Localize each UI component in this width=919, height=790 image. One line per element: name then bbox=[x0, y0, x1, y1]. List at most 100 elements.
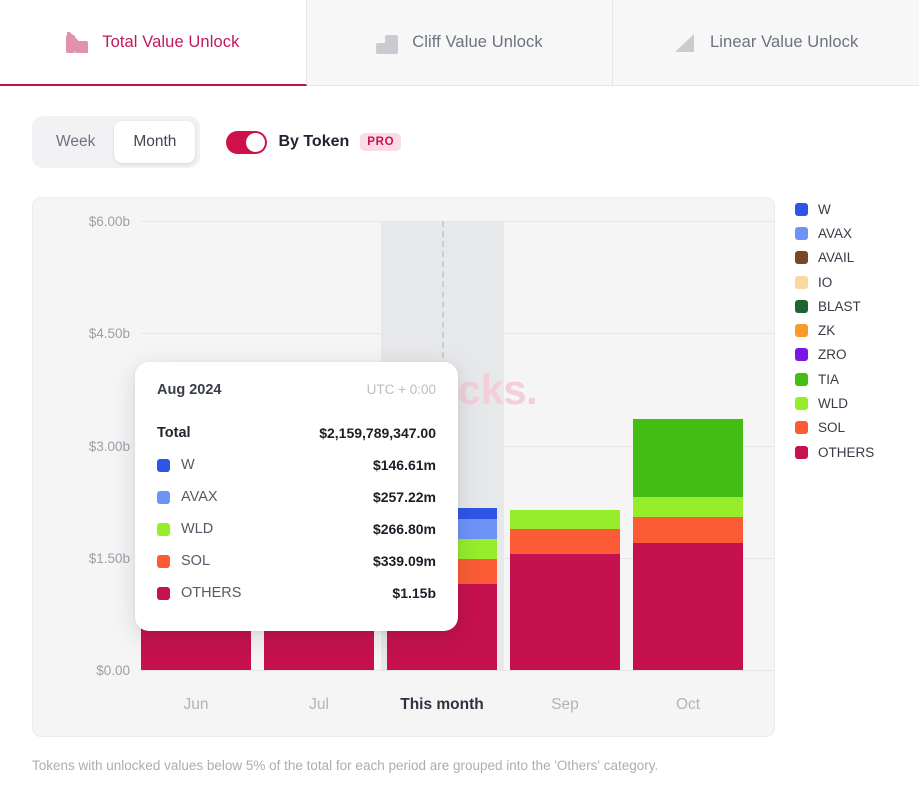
legend-item-avax[interactable]: AVAX bbox=[795, 221, 915, 245]
tooltip-series-name: SOL bbox=[181, 553, 210, 569]
tab-label: Linear Value Unlock bbox=[710, 33, 858, 52]
legend-color-swatch bbox=[795, 251, 808, 264]
tab-label: Total Value Unlock bbox=[102, 33, 239, 52]
x-axis-tick-label: Oct bbox=[676, 696, 700, 714]
tab-total-value-unlock[interactable]: Total Value Unlock bbox=[0, 0, 307, 86]
tooltip-row: OTHERS $1.15b bbox=[157, 577, 436, 609]
tooltip-series-name: AVAX bbox=[181, 489, 218, 505]
tooltip-color-swatch bbox=[157, 491, 170, 504]
legend-label: SOL bbox=[818, 420, 845, 435]
x-axis-labels: Jun Jul This month Sep Oct bbox=[33, 696, 775, 718]
legend-item-w[interactable]: W bbox=[795, 197, 915, 221]
legend-color-swatch bbox=[795, 373, 808, 386]
legend-label: BLAST bbox=[818, 299, 861, 314]
bar-segment bbox=[510, 510, 620, 530]
x-axis-tick-label: This month bbox=[400, 696, 484, 714]
chart-toolbar: Week Month By Token PRO bbox=[0, 86, 919, 168]
tooltip-row: AVAX $257.22m bbox=[157, 481, 436, 513]
legend-label: ZRO bbox=[818, 347, 847, 362]
legend-color-swatch bbox=[795, 421, 808, 434]
legend-label: ZK bbox=[818, 323, 835, 338]
legend-item-avail[interactable]: AVAIL bbox=[795, 246, 915, 270]
legend-label: OTHERS bbox=[818, 445, 874, 460]
legend-item-io[interactable]: IO bbox=[795, 270, 915, 294]
y-gridline bbox=[141, 670, 775, 671]
legend-color-swatch bbox=[795, 300, 808, 313]
tooltip-total-row: Total $2,159,789,347.00 bbox=[157, 417, 436, 449]
y-axis-tick-label: $0.00 bbox=[35, 663, 130, 678]
chart-legend: W AVAX AVAIL IO BLAST ZK ZRO TIA WLD SOL OTHERS bbox=[795, 197, 915, 464]
period-segmented-control: Week Month bbox=[32, 116, 200, 168]
legend-label: AVAX bbox=[818, 226, 852, 241]
legend-item-blast[interactable]: BLAST bbox=[795, 294, 915, 318]
chart-bar[interactable] bbox=[510, 221, 620, 670]
tooltip-timezone: UTC + 0:00 bbox=[367, 382, 436, 397]
tooltip-row: W $146.61m bbox=[157, 449, 436, 481]
legend-color-swatch bbox=[795, 324, 808, 337]
pro-badge: PRO bbox=[360, 133, 401, 151]
legend-color-swatch bbox=[795, 203, 808, 216]
total-value-icon bbox=[66, 31, 88, 53]
by-token-toggle[interactable] bbox=[226, 131, 267, 154]
bar-segment bbox=[633, 543, 743, 670]
by-token-label: By Token bbox=[278, 133, 349, 151]
bar-segment bbox=[633, 419, 743, 498]
bar-segment bbox=[510, 554, 620, 670]
tooltip-series-value: $257.22m bbox=[373, 489, 436, 505]
y-axis-tick-label: $4.50b bbox=[35, 326, 130, 341]
legend-color-swatch bbox=[795, 276, 808, 289]
tooltip-series-name: WLD bbox=[181, 521, 213, 537]
tooltip-series-name: W bbox=[181, 457, 195, 473]
tooltip-rows: W $146.61m AVAX $257.22m WLD $266.80m SOL $339.… bbox=[157, 449, 436, 609]
tooltip-header: Aug 2024 UTC + 0:00 bbox=[157, 382, 436, 398]
legend-item-others[interactable]: OTHERS bbox=[795, 440, 915, 464]
legend-item-tia[interactable]: TIA bbox=[795, 367, 915, 391]
period-month-button[interactable]: Month bbox=[114, 121, 195, 163]
legend-label: TIA bbox=[818, 372, 839, 387]
tooltip-total-label: Total bbox=[157, 425, 191, 441]
legend-color-swatch bbox=[795, 227, 808, 240]
tooltip-color-swatch bbox=[157, 587, 170, 600]
x-axis-tick-label: Jul bbox=[309, 696, 329, 714]
x-axis-tick-label: Jun bbox=[184, 696, 209, 714]
chart-bar[interactable] bbox=[633, 221, 743, 670]
tooltip-series-value: $266.80m bbox=[373, 521, 436, 537]
tooltip-date: Aug 2024 bbox=[157, 382, 221, 398]
tooltip-row: SOL $339.09m bbox=[157, 545, 436, 577]
tab-linear-value-unlock[interactable]: Linear Value Unlock bbox=[613, 0, 919, 86]
token-unlocks-chart-page: Total Value Unlock Cliff Value Unlock Li… bbox=[0, 0, 919, 790]
legend-label: W bbox=[818, 202, 831, 217]
y-axis-tick-label: $6.00b bbox=[35, 214, 130, 229]
period-week-button[interactable]: Week bbox=[37, 121, 114, 163]
legend-item-wld[interactable]: WLD bbox=[795, 391, 915, 415]
legend-label: WLD bbox=[818, 396, 848, 411]
legend-color-swatch bbox=[795, 348, 808, 361]
legend-label: IO bbox=[818, 275, 832, 290]
legend-item-sol[interactable]: SOL bbox=[795, 416, 915, 440]
tab-cliff-value-unlock[interactable]: Cliff Value Unlock bbox=[307, 0, 614, 86]
tooltip-row: WLD $266.80m bbox=[157, 513, 436, 545]
bar-segment bbox=[633, 497, 743, 517]
tooltip-total-value: $2,159,789,347.00 bbox=[319, 425, 436, 441]
legend-item-zk[interactable]: ZK bbox=[795, 318, 915, 342]
tab-bar: Total Value Unlock Cliff Value Unlock Li… bbox=[0, 0, 919, 86]
legend-label: AVAIL bbox=[818, 250, 854, 265]
tooltip-series-value: $1.15b bbox=[392, 585, 436, 601]
tooltip-series-value: $339.09m bbox=[373, 553, 436, 569]
y-axis-tick-label: $1.50b bbox=[35, 551, 130, 566]
tooltip-series-value: $146.61m bbox=[373, 457, 436, 473]
tooltip-color-swatch bbox=[157, 555, 170, 568]
tooltip-series-name: OTHERS bbox=[181, 585, 241, 601]
toggle-knob bbox=[246, 133, 265, 152]
by-token-control: By Token PRO bbox=[226, 131, 401, 154]
tooltip-color-swatch bbox=[157, 523, 170, 536]
tab-label: Cliff Value Unlock bbox=[412, 33, 543, 52]
y-axis-tick-label: $3.00b bbox=[35, 439, 130, 454]
legend-color-swatch bbox=[795, 446, 808, 459]
cliff-value-icon bbox=[376, 32, 398, 54]
bar-segment bbox=[633, 517, 743, 542]
chart-tooltip: Aug 2024 UTC + 0:00 Total $2,159,789,347… bbox=[135, 362, 458, 631]
legend-item-zro[interactable]: ZRO bbox=[795, 343, 915, 367]
x-axis-tick-label: Sep bbox=[551, 696, 579, 714]
legend-color-swatch bbox=[795, 397, 808, 410]
